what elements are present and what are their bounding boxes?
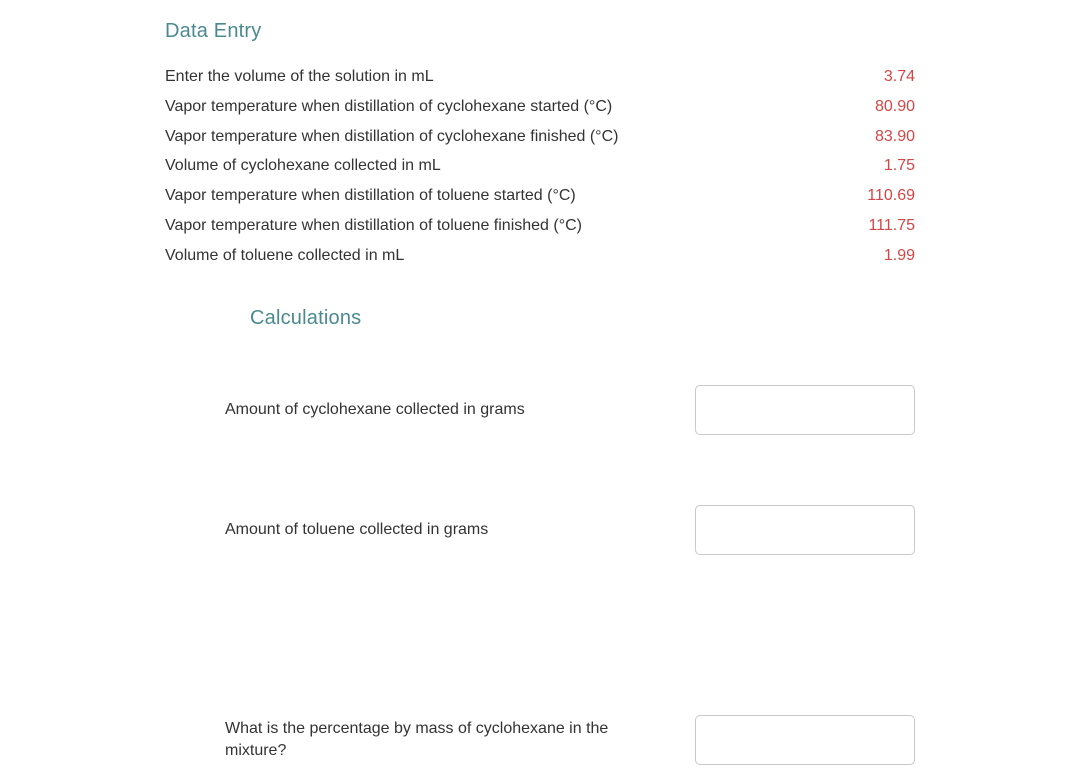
data-label: Vapor temperature when distillation of c…	[165, 95, 612, 120]
data-value: 1.99	[884, 247, 915, 265]
data-label: Enter the volume of the solution in mL	[165, 65, 434, 90]
data-label: Vapor temperature when distillation of t…	[165, 214, 582, 239]
data-value: 80.90	[875, 98, 915, 116]
faded-row	[165, 625, 915, 655]
calc-row-cyclohexane-grams: Amount of cyclohexane collected in grams	[165, 385, 915, 435]
heading-data-entry: Data Entry	[165, 20, 915, 43]
data-row: Vapor temperature when distillation of t…	[165, 184, 915, 209]
heading-calculations: Calculations	[250, 307, 915, 330]
data-label: Vapor temperature when distillation of c…	[165, 125, 618, 150]
calc-label: What is the percentage by mass of cycloh…	[225, 718, 655, 761]
page-container: Data Entry Enter the volume of the solut…	[0, 0, 1080, 765]
data-value: 111.75	[868, 217, 915, 235]
input-toluene-grams[interactable]	[695, 505, 915, 555]
data-row: Volume of toluene collected in mL 1.99	[165, 244, 915, 269]
calc-label: Amount of toluene collected in grams	[225, 519, 488, 541]
calc-row-mass-percent: What is the percentage by mass of cycloh…	[165, 715, 915, 765]
input-cyclohexane-grams[interactable]	[695, 385, 915, 435]
data-value: 1.75	[884, 157, 915, 175]
data-value: 3.74	[884, 68, 915, 86]
data-label: Volume of toluene collected in mL	[165, 244, 404, 269]
calc-label: Amount of cyclohexane collected in grams	[225, 399, 525, 421]
data-row: Volume of cyclohexane collected in mL 1.…	[165, 154, 915, 179]
data-row: Vapor temperature when distillation of c…	[165, 95, 915, 120]
calc-row-toluene-grams: Amount of toluene collected in grams	[165, 505, 915, 555]
data-row: Vapor temperature when distillation of c…	[165, 125, 915, 150]
data-value: 110.69	[867, 187, 915, 205]
data-label: Vapor temperature when distillation of t…	[165, 184, 576, 209]
input-mass-percent[interactable]	[695, 715, 915, 765]
data-label: Volume of cyclohexane collected in mL	[165, 154, 441, 179]
data-row: Vapor temperature when distillation of t…	[165, 214, 915, 239]
data-row: Enter the volume of the solution in mL 3…	[165, 65, 915, 90]
data-value: 83.90	[875, 128, 915, 146]
